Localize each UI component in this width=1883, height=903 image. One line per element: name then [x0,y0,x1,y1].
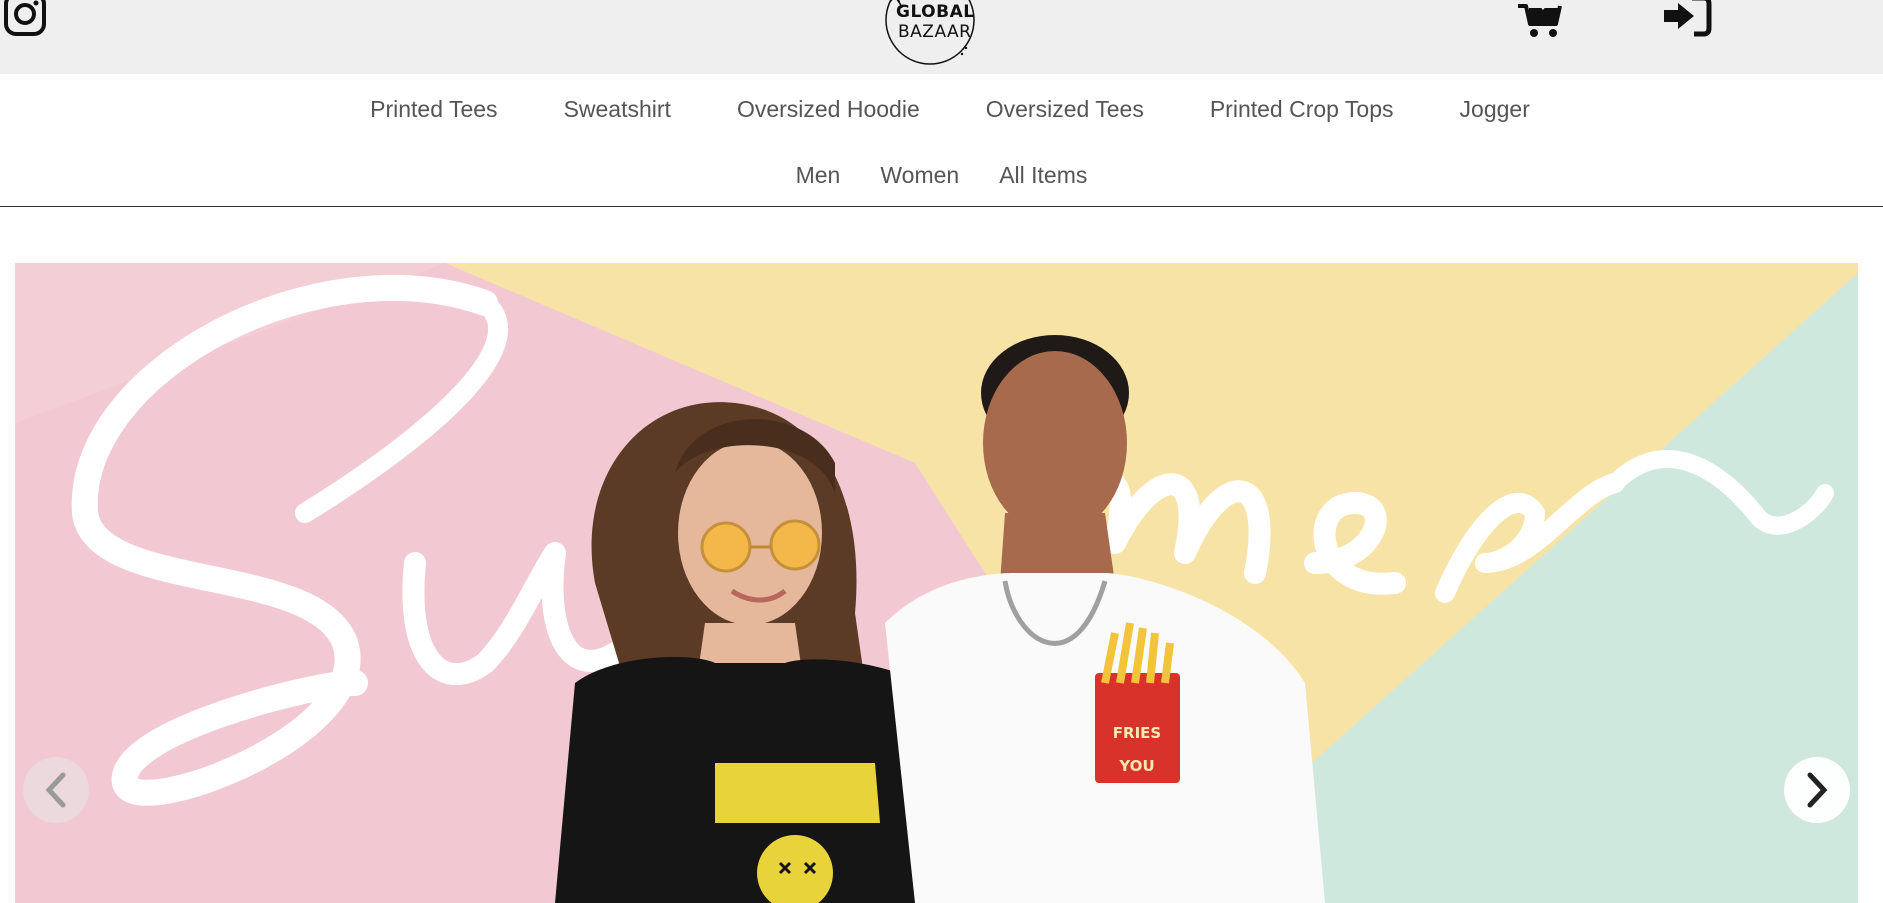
nav-link-men[interactable]: Men [796,162,841,189]
carousel-prev-button[interactable] [23,757,89,823]
nav-link-sweatshirt[interactable]: Sweatshirt [564,96,671,123]
site-logo[interactable]: GLOBAL BAZAAR [882,0,978,68]
logo-text-line1: GLOBAL [896,2,975,22]
login-icon[interactable] [1662,0,1712,38]
svg-text:FRIES: FRIES [1113,724,1161,742]
top-header: GLOBAL BAZAAR [0,0,1883,74]
chevron-right-icon [1807,772,1828,808]
nav-link-printed-tees[interactable]: Printed Tees [370,96,497,123]
hero-banner-image: FRIES YOU [15,263,1858,903]
cart-icon[interactable] [1516,0,1564,40]
nav-link-printed-crop-tops[interactable]: Printed Crop Tops [1210,96,1394,123]
category-nav-row-2: Men Women All Items [0,158,1883,192]
nav-link-women[interactable]: Women [880,162,959,189]
nav-link-oversized-tees[interactable]: Oversized Tees [986,96,1144,123]
instagram-icon[interactable] [2,0,48,40]
nav-link-all-items[interactable]: All Items [999,162,1087,189]
logo-text-line2: BAZAAR [898,22,972,42]
category-nav-row-1: Printed Tees Sweatshirt Oversized Hoodie… [0,92,1883,126]
chevron-left-icon [45,772,66,808]
category-nav: Printed Tees Sweatshirt Oversized Hoodie… [0,74,1883,207]
nav-link-jogger[interactable]: Jogger [1460,96,1530,123]
svg-text:YOU: YOU [1118,757,1154,775]
hero-banner[interactable]: FRIES YOU [15,263,1858,903]
carousel-next-button[interactable] [1784,757,1850,823]
nav-link-oversized-hoodie[interactable]: Oversized Hoodie [737,96,920,123]
